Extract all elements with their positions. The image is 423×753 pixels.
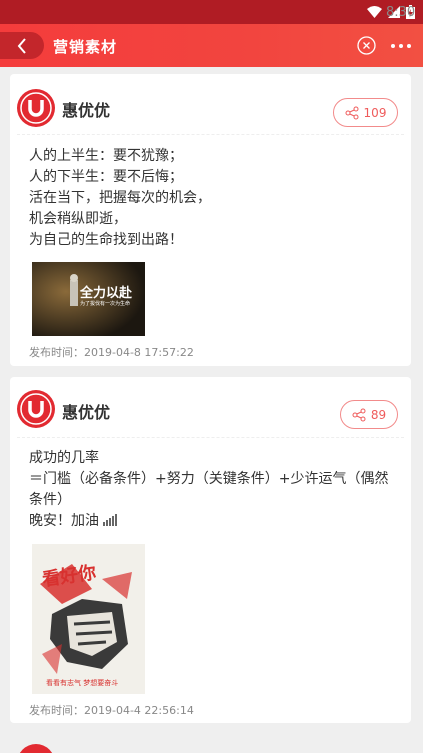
post-image[interactable]: 看好你 看看有志气 梦想要奋斗 [32, 544, 145, 694]
image-subtitle: 看看有志气 梦想要奋斗 [46, 679, 119, 687]
divider [17, 134, 404, 135]
back-button[interactable] [0, 32, 44, 59]
image-subtitle: 为了拔伐有一次为生命 [80, 301, 131, 307]
author-name: 惠优优 [62, 403, 111, 422]
image-title: 全力以赴 [80, 286, 133, 301]
post-card: 惠优优 109 人的上半生：要不犹豫； 人的下半生：要不后悔； 活在当下，把握每… [10, 74, 411, 366]
share-icon [345, 106, 359, 119]
post-content: 人的上半生：要不犹豫； 人的下半生：要不后悔； 活在当下，把握每次的机会， 机会… [29, 146, 399, 251]
close-circle-icon [357, 36, 376, 55]
content-line: 人的下半生：要不后悔； [29, 169, 183, 185]
strength-emoji-icon [103, 514, 118, 526]
content-line: 机会稍纵即逝， [29, 211, 127, 227]
avatar [17, 89, 55, 127]
share-count: 89 [370, 407, 387, 422]
post-content: 成功的几率 ＝门槛（必备条件）+努力（关键条件）+少许运气（偶然 条件） 晚安！… [29, 448, 399, 532]
post-card: 惠优优 89 成功的几率 ＝门槛（必备条件）+努力（关键条件）+少许运气（偶然 … [10, 377, 411, 723]
wifi-icon [367, 6, 382, 18]
status-time: 8:30 [386, 4, 416, 20]
post-time: 发布时间：2019-04-4 22:56:14 [29, 704, 194, 717]
content-line: ＝门槛（必备条件）+努力（关键条件）+少许运气（偶然 [29, 471, 389, 487]
post-image[interactable]: 全力以赴 为了拔伐有一次为生命 [32, 262, 145, 336]
content-line: 晚安！加油 [29, 511, 399, 532]
content-line: 成功的几率 [29, 450, 99, 466]
share-button[interactable]: 89 [340, 400, 398, 429]
status-bar: 8:30 [0, 0, 423, 24]
app-bar: 营销素材 [0, 24, 423, 67]
content-line: 为自己的生命找到出路！ [29, 232, 183, 248]
more-dots-icon [391, 43, 395, 48]
brand-logo-icon [20, 393, 52, 425]
share-icon [352, 408, 366, 421]
content-line: 人的上半生：要不犹豫； [29, 148, 183, 164]
share-count: 109 [363, 105, 387, 120]
content-line: 条件） [29, 492, 71, 508]
author-name: 惠优优 [62, 101, 111, 120]
content-line: 活在当下，把握每次的机会， [29, 190, 211, 206]
post-time: 发布时间：2019-04-8 17:57:22 [29, 346, 194, 359]
page-title: 营销素材 [53, 38, 118, 56]
share-button[interactable]: 109 [333, 98, 398, 127]
avatar [17, 744, 55, 753]
chevron-left-icon [17, 37, 26, 54]
brand-logo-icon [20, 92, 52, 124]
more-button[interactable] [391, 36, 411, 55]
avatar [17, 390, 55, 428]
divider [17, 437, 404, 438]
close-button[interactable] [357, 36, 376, 55]
